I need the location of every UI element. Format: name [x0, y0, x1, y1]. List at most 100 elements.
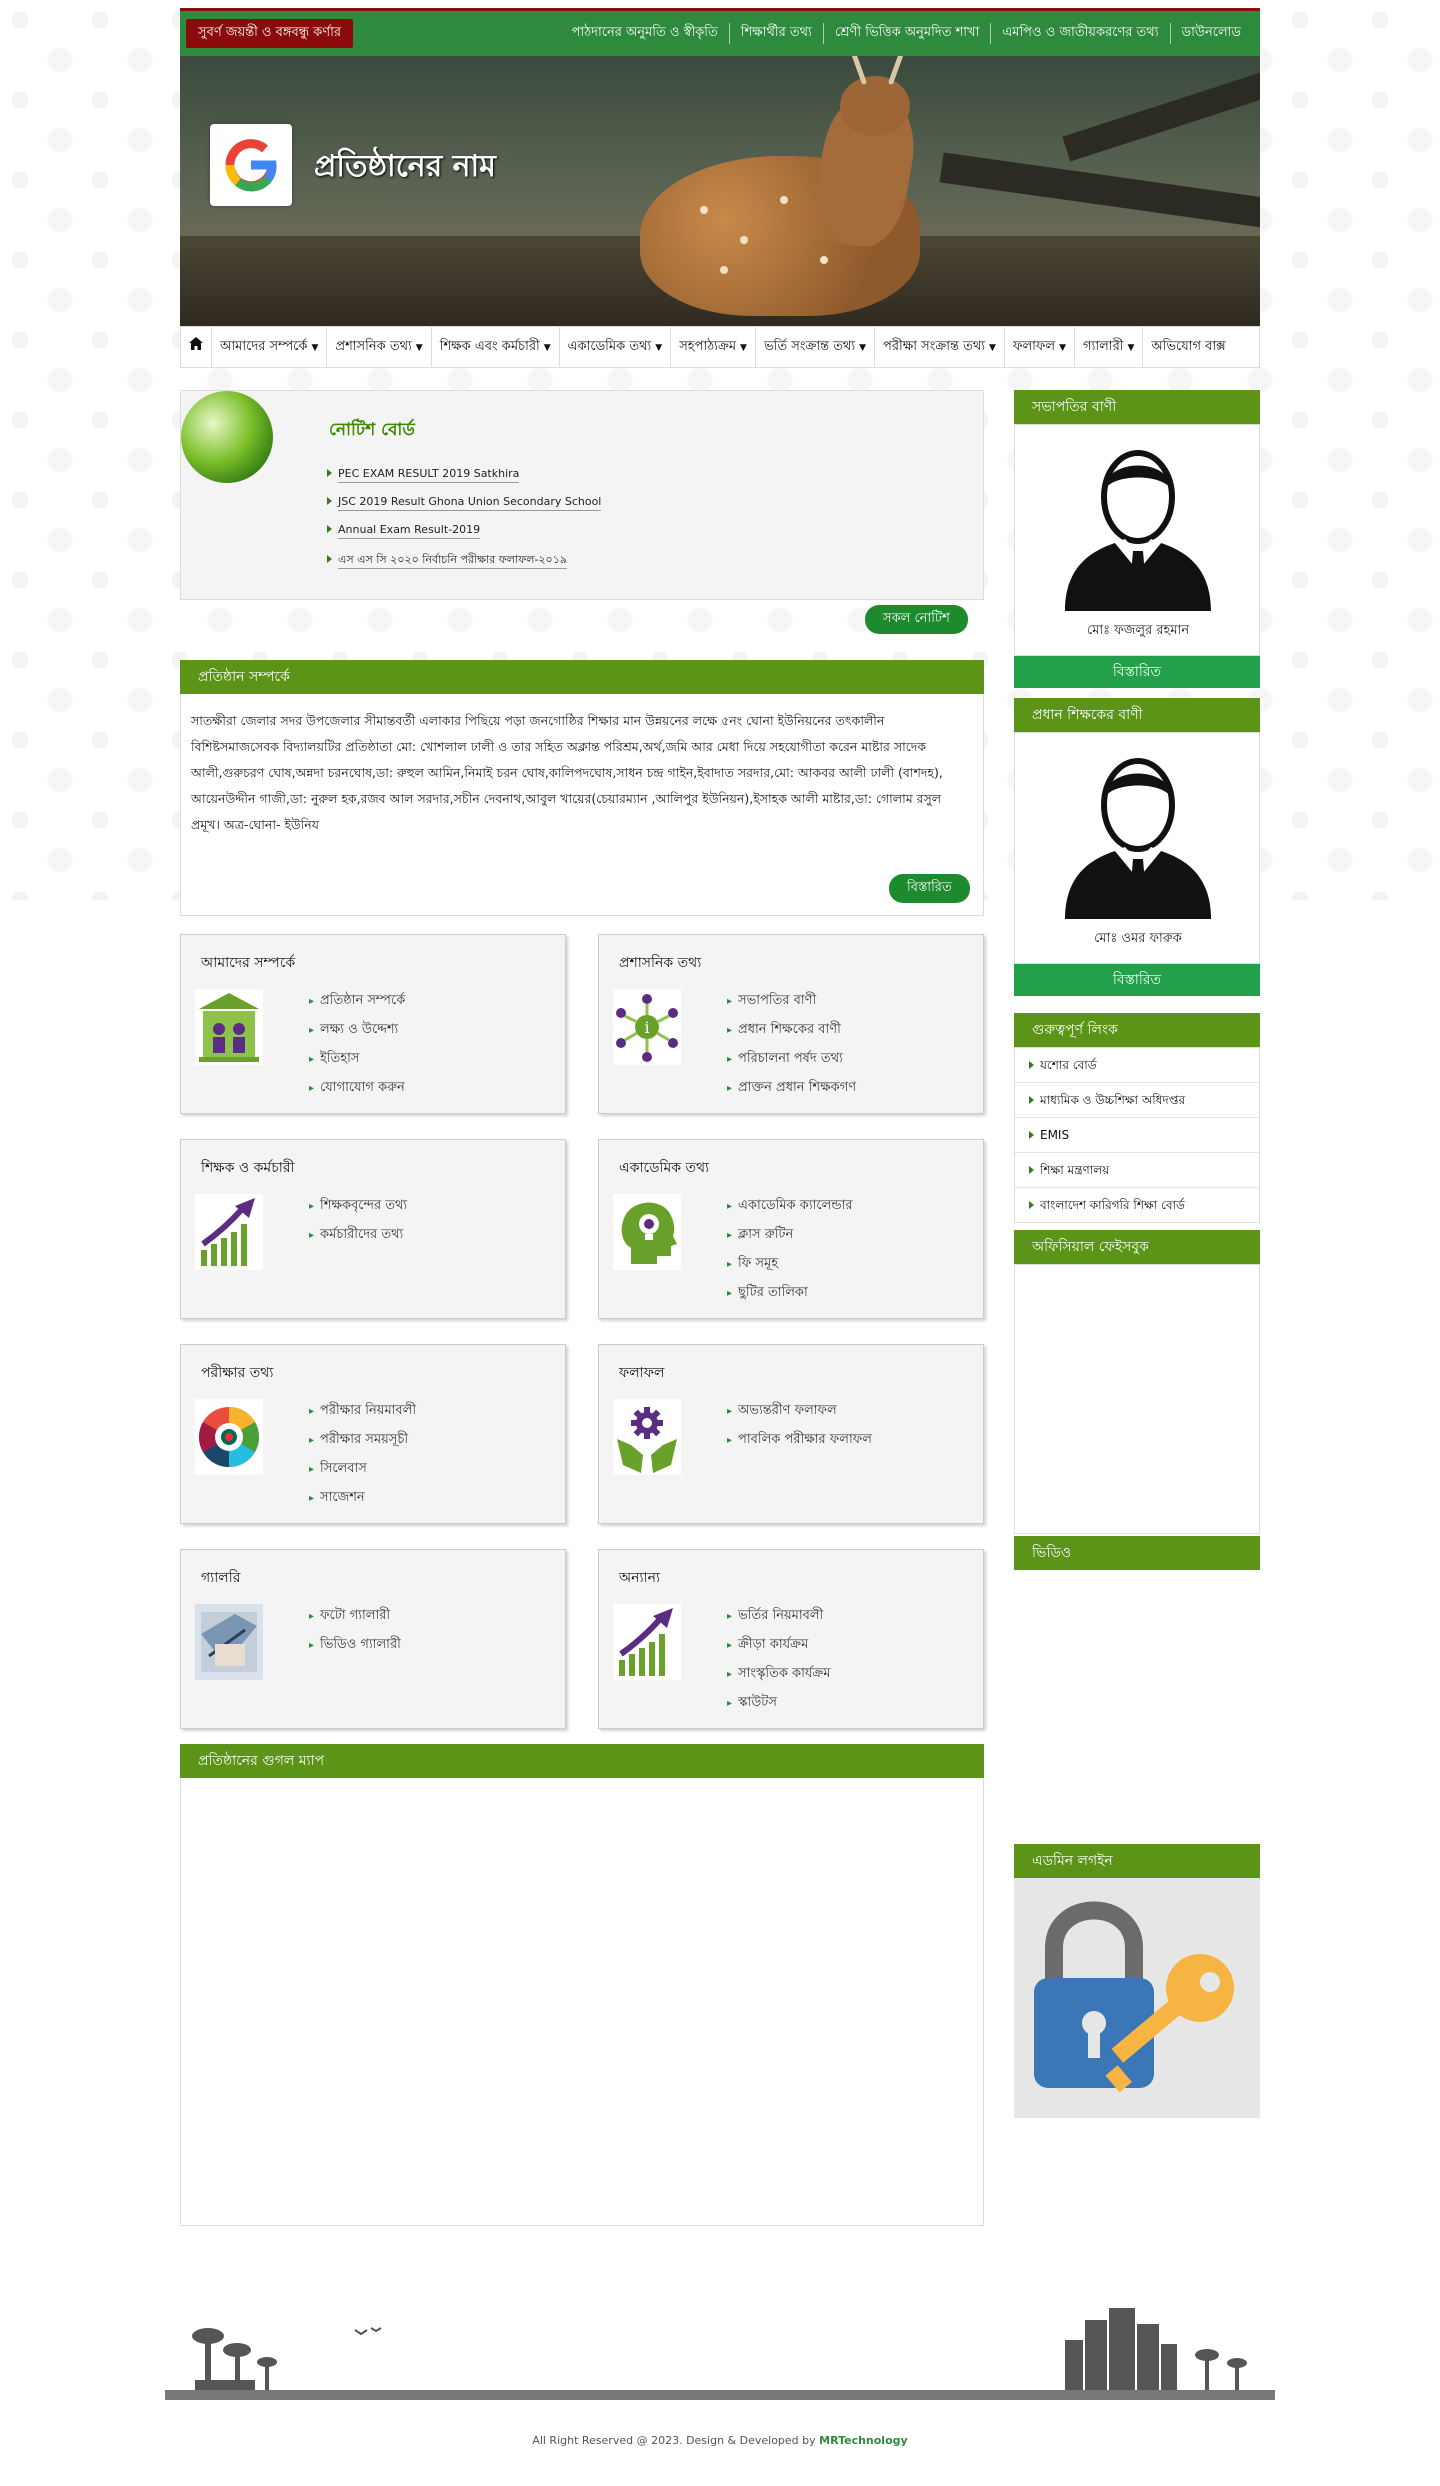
top-link-sections[interactable]: শ্রেণী ভিত্তিক অনুমদিত শাখা	[822, 23, 991, 44]
card-link[interactable]: ▸ ছুটির তালিকা	[727, 1283, 853, 1304]
admin-login-heading: এডমিন লগইন	[1014, 1844, 1260, 1878]
card-link[interactable]: ▸ ফি সমূহ	[727, 1254, 853, 1275]
top-link-permission[interactable]: পাঠদানের অনুমতি ও স্বীকৃতি	[561, 23, 729, 44]
chairman-heading: সভাপতির বাণী	[1014, 390, 1260, 424]
card-link[interactable]: ▸ ক্রীড়া কার্যক্রম	[727, 1635, 831, 1656]
nav-academic[interactable]: একাডেমিক তথ্য ▼	[560, 327, 672, 367]
top-bar: সুবর্ণ জয়ন্তী ও বঙ্গবন্ধু কর্ণার পাঠদান…	[180, 8, 1260, 56]
chevron-right-icon: ▸	[727, 1288, 733, 1299]
header-banner: প্রতিষ্ঠানের নাম	[180, 56, 1260, 326]
card-link[interactable]: ▸ কর্মচারীদের তথ্য	[309, 1225, 407, 1246]
svg-text:i: i	[644, 1018, 649, 1037]
card-link[interactable]: ▸ পরীক্ষার নিয়মাবলী	[309, 1401, 416, 1422]
notice-link[interactable]: JSC 2019 Result Ghona Union Secondary Sc…	[338, 495, 602, 511]
nav-home[interactable]	[181, 327, 212, 367]
headmaster-panel: মোঃ ওমর ফারুক	[1014, 732, 1260, 964]
chevron-right-icon: ▸	[727, 1083, 733, 1094]
notice-link[interactable]: Annual Exam Result-2019	[338, 523, 481, 539]
chevron-right-icon: ▸	[309, 1025, 315, 1036]
card-link[interactable]: ▸ ইতিহাস	[309, 1049, 405, 1070]
card-about-us: আমাদের সম্পর্কে ▸ প্রতিষ্ঠান সম্পর্কে ▸ লক…	[180, 934, 566, 1114]
about-more-button[interactable]: বিস্তারিত	[889, 874, 970, 903]
card-link[interactable]: ▸ যোগাযোগ করুন	[309, 1078, 405, 1099]
growth-chart-icon	[613, 1604, 681, 1680]
card-link-label: পরিচালনা পর্ষদ তথ্য	[738, 1051, 843, 1066]
important-link[interactable]: EMIS	[1015, 1118, 1259, 1153]
caret-down-icon: ▼	[1127, 343, 1135, 353]
card-link-label: ছুটির তালিকা	[738, 1285, 808, 1300]
nav-gallery[interactable]: গ্যালারী ▼	[1075, 327, 1144, 367]
card-link[interactable]: ▸ সভাপতির বাণী	[727, 991, 856, 1012]
golden-jubilee-badge[interactable]: সুবর্ণ জয়ন্তী ও বঙ্গবন্ধু কর্ণার	[186, 19, 354, 48]
nav-admin-info[interactable]: প্রশাসনিক তথ্য ▼	[327, 327, 432, 367]
card-link[interactable]: ▸ প্রাক্তন প্রধান শিক্ষকগণ	[727, 1078, 856, 1099]
school-name[interactable]: প্রতিষ্ঠানের নাম	[314, 142, 496, 193]
nav-exam[interactable]: পরীক্ষা সংক্রান্ত তথ্য ▼	[875, 327, 1005, 367]
important-link[interactable]: মাধ্যমিক ও উচ্চশিক্ষা অধিদপ্তর	[1015, 1083, 1259, 1118]
card-link[interactable]: ▸ শিক্ষকবৃন্দের তথ্য	[309, 1196, 407, 1217]
card-link[interactable]: ▸ অভ্যন্তরীণ ফলাফল	[727, 1401, 872, 1422]
notice-item[interactable]: Annual Exam Result-2019	[327, 523, 601, 539]
card-title: আমাদের সম্পর্কে	[201, 955, 296, 971]
card-link[interactable]: ▸ প্রধান শিক্ষকের বাণী	[727, 1020, 856, 1041]
top-link-mpo[interactable]: এমপিও ও জাতীয়করণের তথ্য	[990, 23, 1169, 44]
card-link[interactable]: ▸ পাবলিক পরীক্ষার ফলাফল	[727, 1430, 872, 1451]
nav-result[interactable]: ফলাফল ▼	[1005, 327, 1076, 367]
notice-item[interactable]: PEC EXAM RESULT 2019 Satkhira	[327, 467, 601, 483]
developer-link[interactable]: MRTechnology	[819, 2434, 908, 2447]
gallery-photo-icon	[195, 1604, 263, 1680]
top-link-students[interactable]: শিক্ষার্থীর তথ্য	[728, 23, 823, 44]
chevron-right-icon: ▸	[727, 1611, 733, 1622]
card-link[interactable]: ▸ পরিচালনা পর্ষদ তথ্য	[727, 1049, 856, 1070]
all-notices-button[interactable]: সকল নোটিশ	[865, 605, 968, 634]
important-links-list: যশোর বোর্ড মাধ্যমিক ও উচ্চশিক্ষা অধিদপ্ত…	[1014, 1047, 1260, 1223]
notice-item[interactable]: JSC 2019 Result Ghona Union Secondary Sc…	[327, 495, 602, 511]
chevron-right-icon: ▸	[309, 1201, 315, 1212]
nav-teachers[interactable]: শিক্ষক এবং কর্মচারী ▼	[432, 327, 560, 367]
nav-about[interactable]: আমাদের সম্পর্কে ▼	[212, 327, 328, 367]
important-link[interactable]: শিক্ষা মন্ত্রণালয়	[1015, 1153, 1259, 1188]
about-text: সাতক্ষীরা জেলার সদর উপজেলার সীমান্তবর্তী…	[191, 713, 943, 832]
notice-board: নোটিশ বোর্ড PEC EXAM RESULT 2019 Satkhir…	[180, 390, 984, 634]
idea-head-icon	[613, 1194, 681, 1270]
facebook-embed[interactable]	[1014, 1264, 1260, 1534]
nav-co-curricular[interactable]: সহপাঠ্যক্রম ▼	[671, 327, 756, 367]
card-link[interactable]: ▸ সাজেশন	[309, 1488, 416, 1509]
facebook-heading: অফিসিয়াল ফেইসবুক	[1014, 1230, 1260, 1264]
nav-complaint-box[interactable]: অভিযোগ বাক্স	[1143, 327, 1233, 367]
school-logo[interactable]	[210, 124, 292, 206]
card-link-label: প্রধান শিক্ষকের বাণী	[738, 1022, 841, 1037]
card-link[interactable]: ▸ প্রতিষ্ঠান সম্পর্কে	[309, 991, 405, 1012]
card-link[interactable]: ▸ একাডেমিক ক্যালেন্ডার	[727, 1196, 853, 1217]
nav-label: একাডেমিক তথ্য	[567, 339, 652, 354]
notice-link[interactable]: PEC EXAM RESULT 2019 Satkhira	[338, 467, 520, 483]
headmaster-heading: প্রধান শিক্ষকের বাণী	[1014, 698, 1260, 732]
chairman-more-button[interactable]: বিস্তারিত	[1014, 656, 1260, 688]
top-link-download[interactable]: ডাউনলোড	[1169, 23, 1252, 44]
important-link[interactable]: বাংলাদেশ কারিগরি শিক্ষা বোর্ড	[1015, 1188, 1259, 1223]
card-link[interactable]: ▸ ভিডিও গ্যালারী	[309, 1635, 401, 1656]
notice-link[interactable]: এস এস সি ২০২০ নির্বাচনি পরীক্ষার ফলাফল-২…	[338, 553, 567, 569]
google-map-embed[interactable]	[180, 1778, 984, 2226]
card-link[interactable]: ▸ ক্লাস রুটিন	[727, 1225, 853, 1246]
headmaster-more-button[interactable]: বিস্তারিত	[1014, 964, 1260, 996]
card-link[interactable]: ▸ পরীক্ষার সময়সূচী	[309, 1430, 416, 1451]
home-icon	[189, 337, 203, 350]
card-link[interactable]: ▸ ভর্তির নিয়মাবলী	[727, 1606, 831, 1627]
card-link[interactable]: ▸ স্কাউটস	[727, 1693, 831, 1714]
card-link[interactable]: ▸ লক্ষ্য ও উদ্দেশ্য	[309, 1020, 405, 1041]
nav-admission[interactable]: ভর্তি সংক্রান্ত তথ্য ▼	[756, 327, 876, 367]
chevron-right-icon: ▸	[727, 996, 733, 1007]
card-link[interactable]: ▸ ফটো গ্যালারী	[309, 1606, 401, 1627]
globe-icon	[181, 391, 273, 483]
video-embed[interactable]	[1014, 1570, 1260, 1840]
notice-item[interactable]: এস এস সি ২০২০ নির্বাচনি পরীক্ষার ফলাফল-২…	[327, 551, 601, 570]
admin-login-link[interactable]	[1014, 1878, 1260, 2118]
important-link[interactable]: যশোর বোর্ড	[1015, 1048, 1259, 1083]
nav-label: প্রশাসনিক তথ্য	[335, 339, 412, 354]
chevron-right-icon: ▸	[727, 1054, 733, 1065]
card-link[interactable]: ▸ সিলেবাস	[309, 1459, 416, 1480]
padlock-key-icon	[1034, 1901, 1234, 2093]
chairman-name: মোঃ ফজলুর রহমান	[1086, 623, 1190, 638]
card-link[interactable]: ▸ সাংস্কৃতিক কার্যক্রম	[727, 1664, 831, 1685]
